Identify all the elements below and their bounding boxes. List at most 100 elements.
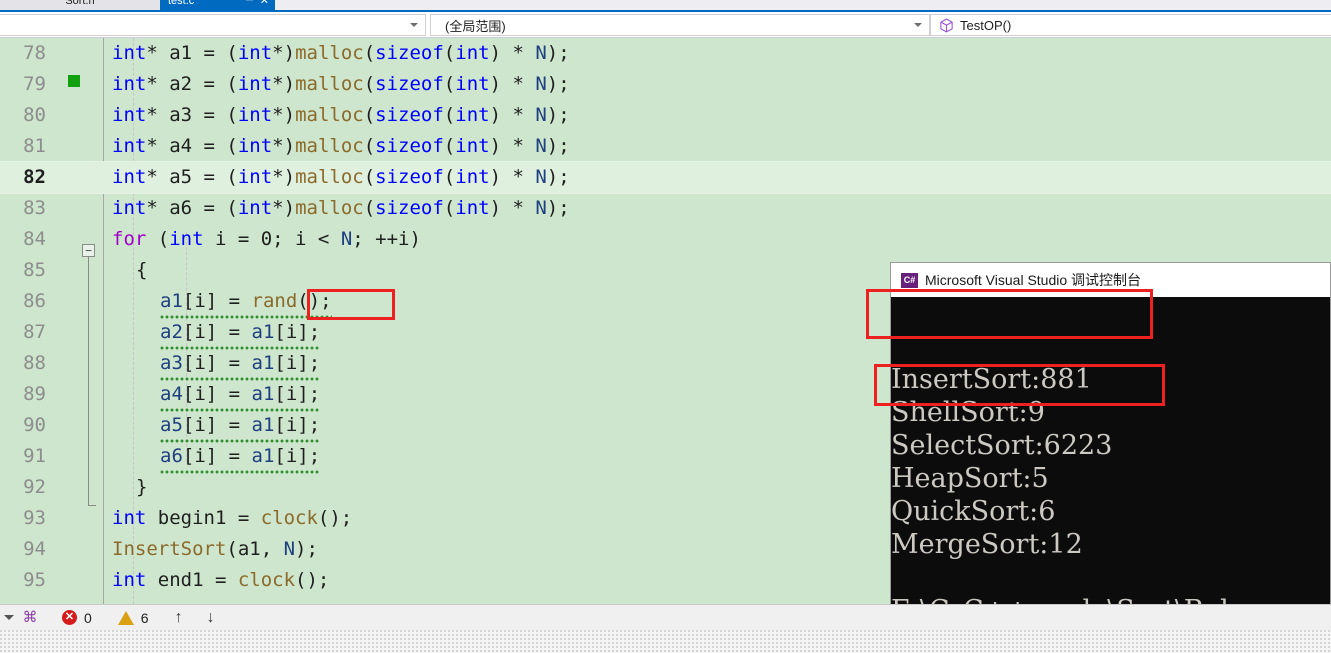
code-token: int bbox=[455, 135, 490, 157]
code-token: [i]; bbox=[274, 321, 321, 343]
code-text: a1[i] = rand(); bbox=[160, 286, 332, 319]
code-token: N bbox=[535, 135, 547, 157]
code-token: int bbox=[237, 104, 273, 126]
code-line[interactable]: 83 int* a6 = (int*)malloc(sizeof(int) * N… bbox=[0, 193, 1331, 224]
code-token: a1 bbox=[251, 383, 275, 405]
code-token: clock bbox=[237, 569, 296, 591]
code-token: *) bbox=[272, 197, 296, 219]
code-token: int bbox=[455, 197, 490, 219]
code-tokens: { bbox=[136, 259, 147, 281]
code-line[interactable]: 84 for (int i = 0; i < N; ++i) bbox=[0, 224, 1331, 255]
code-with-warning: a4[i] = a1[i]; bbox=[160, 379, 321, 412]
warning-count-item[interactable]: 6 bbox=[117, 610, 149, 626]
previous-item-icon[interactable]: ↑ bbox=[175, 609, 183, 627]
code-token: * a3 = ( bbox=[146, 104, 238, 126]
code-token: int bbox=[112, 104, 147, 126]
code-token: ); bbox=[546, 197, 570, 219]
code-token: i = 0; i < bbox=[203, 228, 341, 250]
code-token: [i]; bbox=[274, 445, 321, 467]
code-with-warning: a3[i] = a1[i]; bbox=[160, 348, 321, 381]
error-icon: ✕ bbox=[62, 610, 77, 625]
code-token: ); bbox=[295, 538, 318, 560]
console-line: MergeSort:12 bbox=[891, 529, 1083, 560]
bottom-panel-strip bbox=[0, 630, 1331, 653]
code-token: * a6 = ( bbox=[146, 197, 238, 219]
code-text: { bbox=[136, 255, 147, 286]
code-token: int bbox=[237, 73, 273, 95]
code-token: sizeof bbox=[375, 42, 444, 64]
code-token: ( bbox=[443, 166, 456, 188]
chevron-down-icon bbox=[410, 23, 418, 27]
vs-editor-window: Sort.h test.c ─ ✕ (全局范围) TestOP() − 78 i… bbox=[0, 0, 1331, 653]
code-token: a4 bbox=[160, 383, 183, 405]
code-tokens: int* a2 = (int*)malloc(sizeof(int) * N); bbox=[112, 73, 570, 95]
code-token: ) * bbox=[489, 135, 536, 157]
code-token: ( bbox=[443, 197, 456, 219]
line-number: 89 bbox=[23, 383, 46, 405]
code-token: a5 bbox=[160, 414, 183, 436]
code-token: sizeof bbox=[375, 197, 444, 219]
code-tokens: int* a6 = (int*)malloc(sizeof(int) * N); bbox=[112, 197, 570, 219]
code-tokens: for (int i = 0; i < N; ++i) bbox=[112, 228, 421, 250]
line-number: 92 bbox=[23, 476, 46, 498]
code-token: ); bbox=[546, 73, 570, 95]
code-text: a4[i] = a1[i]; bbox=[160, 379, 321, 412]
code-token: ( bbox=[146, 228, 170, 250]
code-token: a6 bbox=[160, 445, 183, 467]
code-text: a5[i] = a1[i]; bbox=[160, 410, 321, 443]
code-token: N bbox=[340, 228, 353, 250]
code-token: a1 bbox=[251, 414, 275, 436]
code-token: int bbox=[112, 166, 147, 188]
code-token: [i] = bbox=[182, 321, 252, 343]
code-with-warning: a2[i] = a1[i]; bbox=[160, 317, 321, 350]
next-item-icon[interactable]: ↓ bbox=[207, 609, 215, 627]
code-with-warning: a5[i] = a1[i]; bbox=[160, 410, 321, 443]
code-token: malloc bbox=[295, 197, 364, 219]
code-token: int bbox=[112, 197, 147, 219]
code-token: int bbox=[169, 228, 204, 250]
code-token: sizeof bbox=[375, 135, 444, 157]
line-number: 91 bbox=[23, 445, 46, 467]
code-line[interactable]: 81 int* a4 = (int*)malloc(sizeof(int) * N… bbox=[0, 131, 1331, 162]
line-number: 81 bbox=[23, 135, 46, 157]
code-text: for (int i = 0; i < N; ++i) bbox=[112, 224, 421, 255]
code-line[interactable]: 79 int* a2 = (int*)malloc(sizeof(int) * N… bbox=[0, 69, 1331, 100]
code-token: malloc bbox=[295, 166, 364, 188]
code-token: N bbox=[535, 166, 547, 188]
code-token: int bbox=[455, 73, 490, 95]
code-tokens: int* a1 = (int*)malloc(sizeof(int) * N); bbox=[112, 42, 570, 64]
code-token: ) * bbox=[489, 104, 536, 126]
code-token: *) bbox=[272, 104, 296, 126]
intellisense-icon[interactable]: ⌘ bbox=[20, 608, 40, 628]
annotation-box-rand-call bbox=[307, 289, 395, 320]
code-token: clock bbox=[260, 507, 318, 529]
code-text: int begin1 = clock(); bbox=[112, 503, 352, 534]
code-token: int bbox=[112, 135, 147, 157]
code-token: *) bbox=[272, 166, 296, 188]
code-line[interactable]: 78 int* a1 = (int*)malloc(sizeof(int) * N… bbox=[0, 38, 1331, 69]
code-line[interactable]: 82 int* a5 = (int*)malloc(sizeof(int) * N… bbox=[0, 161, 1331, 194]
code-text: int* a4 = (int*)malloc(sizeof(int) * N); bbox=[112, 131, 570, 162]
code-tokens: InsertSort(a1, N); bbox=[112, 538, 318, 560]
code-token: ; ++i) bbox=[352, 228, 421, 250]
code-token: [i]; bbox=[274, 383, 321, 405]
chevron-down-icon[interactable] bbox=[4, 615, 14, 620]
code-token: ) * bbox=[489, 73, 536, 95]
console-output: InsertSort:881 ShellSort:9 SelectSort:6223… bbox=[891, 297, 1330, 652]
scope-dropdown[interactable]: (全局范围) bbox=[430, 14, 930, 36]
line-number: 83 bbox=[23, 197, 46, 219]
code-token: rand bbox=[251, 290, 298, 312]
code-tokens: } bbox=[136, 476, 147, 498]
line-number: 78 bbox=[23, 42, 46, 64]
member-dropdown[interactable]: TestOP() bbox=[930, 14, 1331, 36]
line-number: 86 bbox=[23, 290, 46, 312]
annotation-box-insert-sort-result bbox=[866, 289, 1153, 339]
error-count-item[interactable]: ✕ 0 bbox=[62, 610, 92, 626]
line-number: 94 bbox=[23, 538, 46, 560]
project-dropdown[interactable] bbox=[0, 14, 426, 36]
code-token: malloc bbox=[295, 104, 364, 126]
code-with-warning: a1[i] = rand(); bbox=[160, 286, 332, 319]
code-token: a2 bbox=[160, 321, 183, 343]
code-line[interactable]: 80 int* a3 = (int*)malloc(sizeof(int) * N… bbox=[0, 100, 1331, 131]
code-tokens: int* a4 = (int*)malloc(sizeof(int) * N); bbox=[112, 135, 570, 157]
